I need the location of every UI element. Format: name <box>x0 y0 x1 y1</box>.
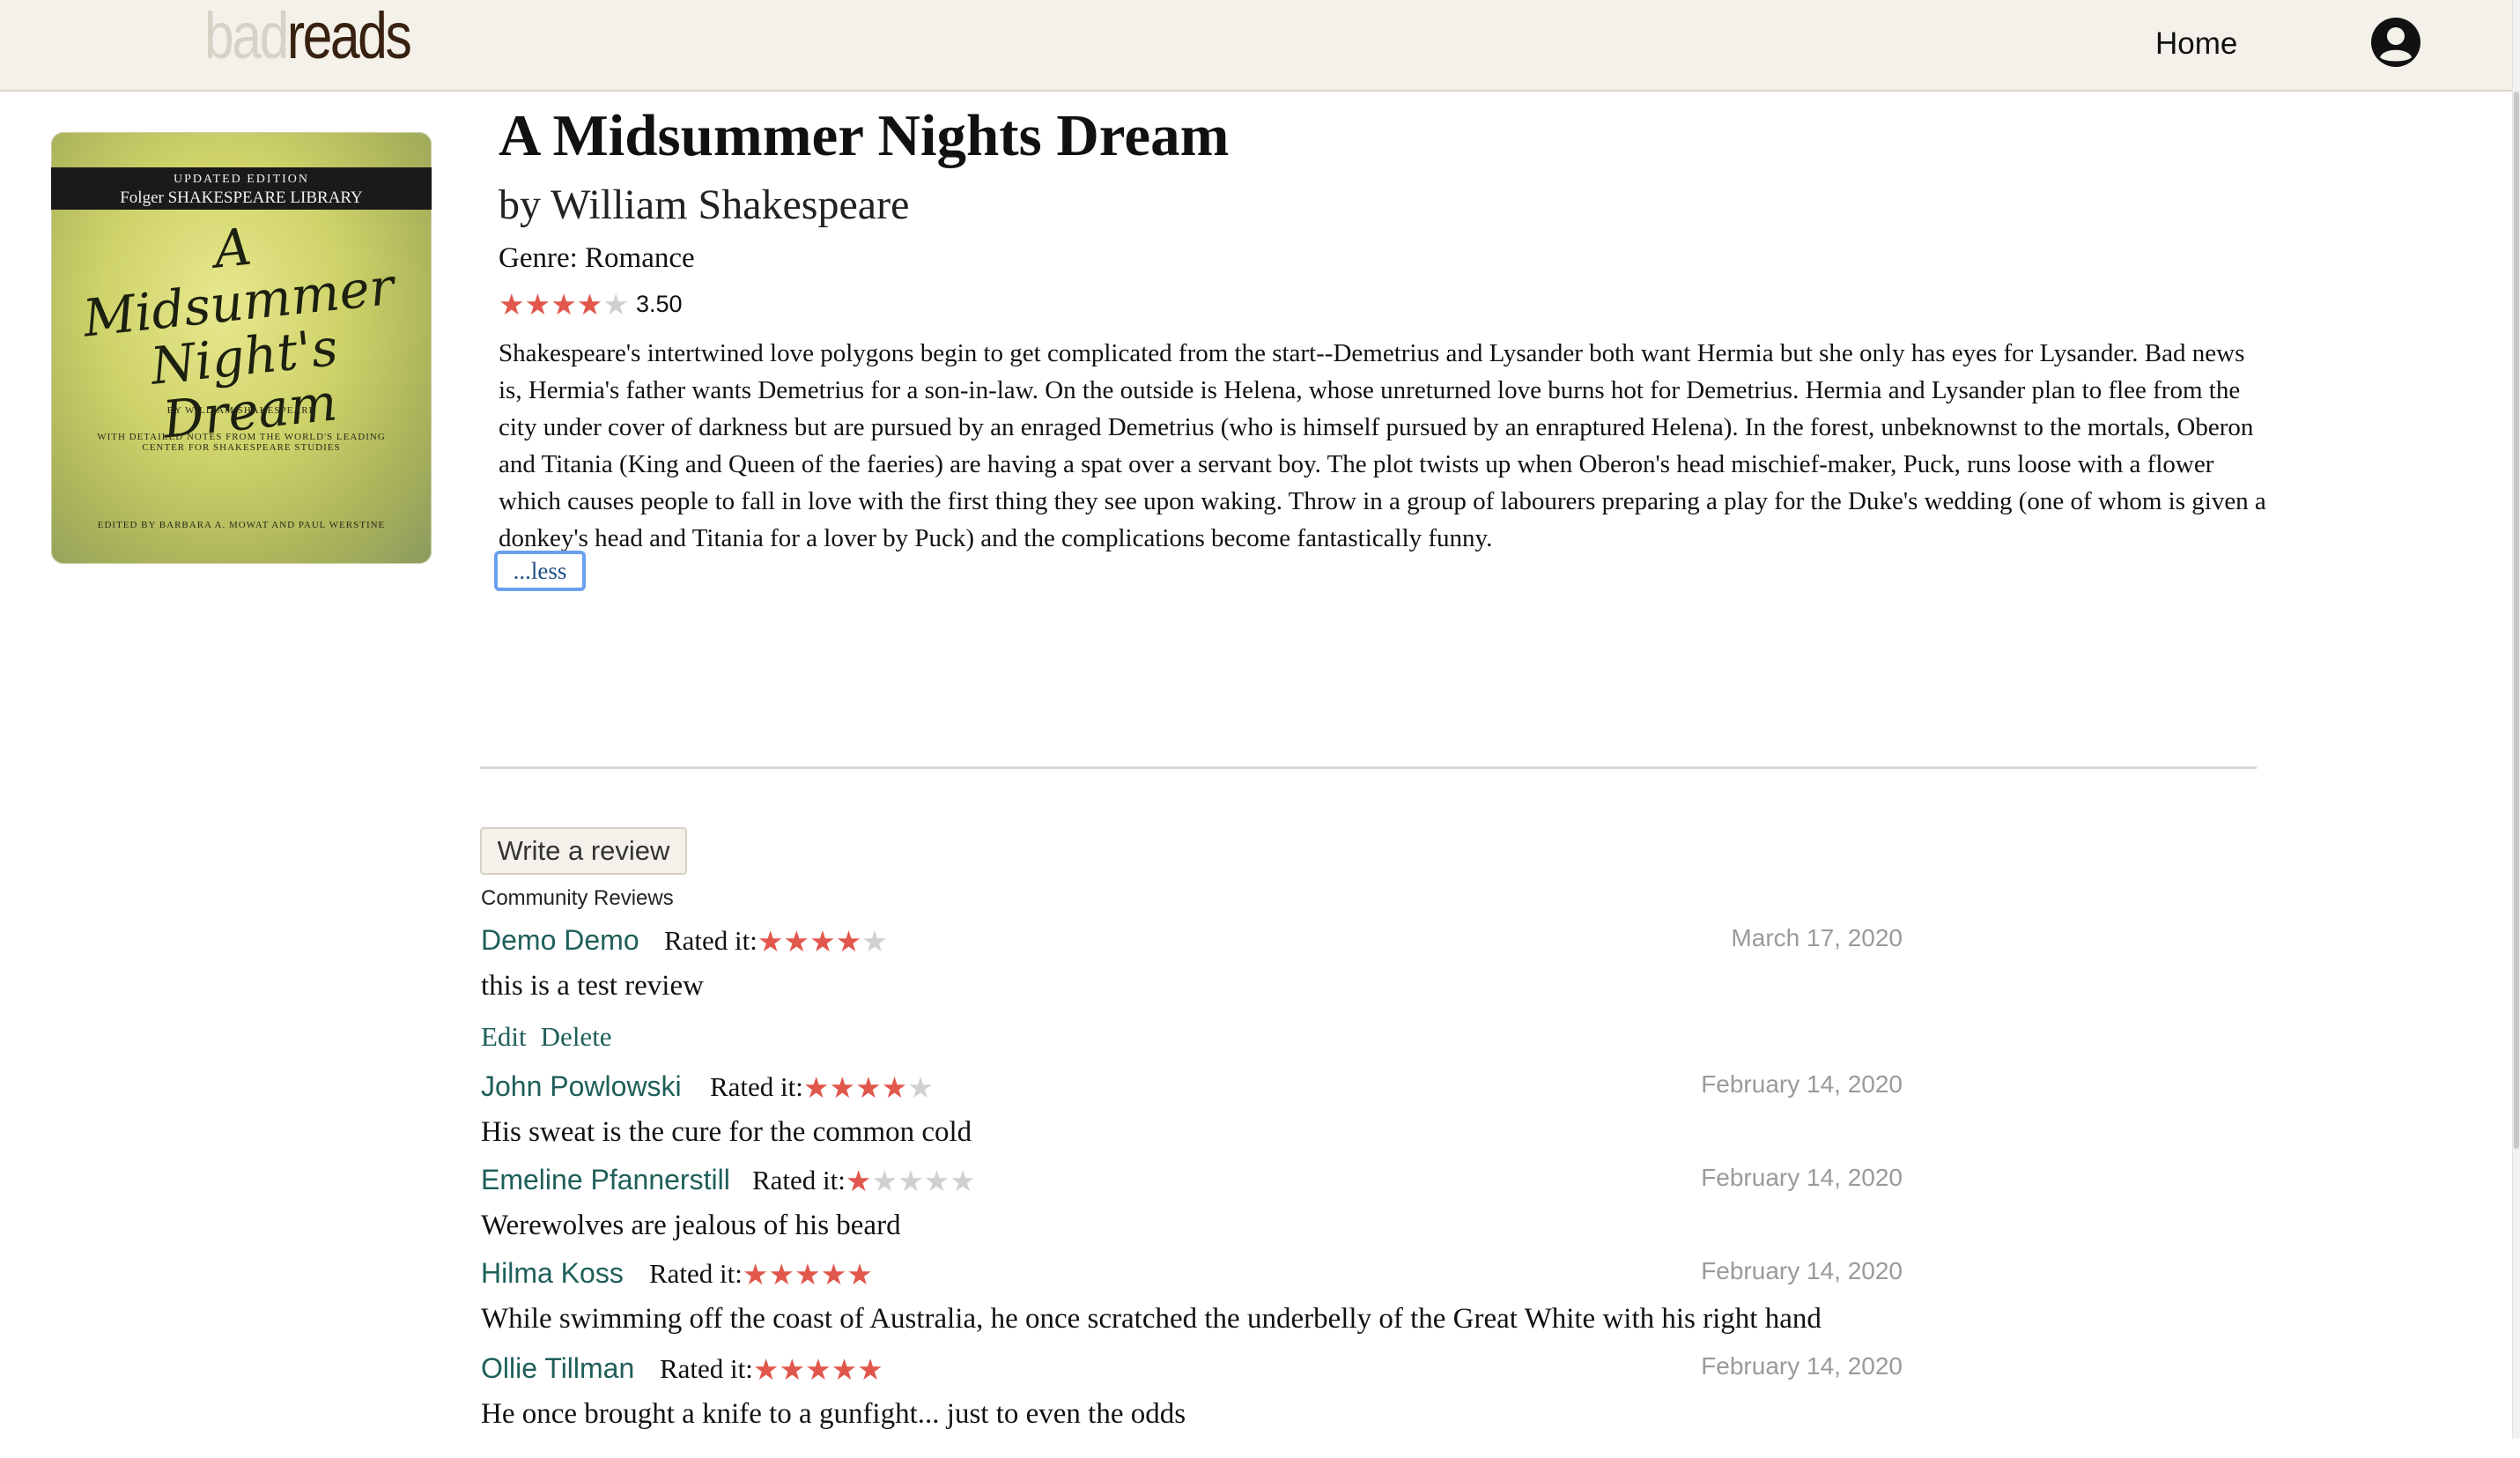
star-icon: ★ <box>861 923 888 958</box>
review-rating: Rated it: ★ ★ ★ ★ ★ <box>664 924 888 958</box>
average-rating: ★ ★ ★ ★ ★ 3.50 <box>499 288 683 320</box>
reviewer-name-link[interactable]: Emeline Pfannerstill <box>481 1164 730 1196</box>
scroll-thumb[interactable] <box>2514 92 2519 1149</box>
community-reviews-heading: Community Reviews <box>481 886 674 910</box>
star-icon: ★ <box>829 1069 856 1105</box>
review-rating: Rated it: ★ ★ ★ ★ ★ <box>710 1070 934 1104</box>
average-rating-stars: ★ ★ ★ ★ ★ <box>499 290 629 319</box>
page-scrollbar[interactable] <box>2512 0 2520 1439</box>
review-text: Werewolves are jealous of his beard <box>481 1210 901 1241</box>
cover-editors: EDITED BY BARBARA A. MOWAT AND PAUL WERS… <box>97 520 386 530</box>
star-icon: ★ <box>923 1163 950 1198</box>
rated-it-label: Rated it: <box>752 1165 846 1195</box>
rated-it-label: Rated it: <box>649 1258 743 1289</box>
delete-review-link[interactable]: Delete <box>541 1021 612 1053</box>
star-icon: ★ <box>881 1069 908 1105</box>
star-icon: ★ <box>907 1069 934 1105</box>
star-icon: ★ <box>831 1351 858 1387</box>
star-icon: ★ <box>524 286 551 322</box>
logo-bad-text: bad <box>204 0 289 72</box>
star-icon: ★ <box>855 1069 882 1105</box>
reviewer-name-link[interactable]: Ollie Tillman <box>481 1352 634 1385</box>
star-icon: ★ <box>802 1069 830 1105</box>
star-icon: ★ <box>757 923 784 958</box>
review-rating: Rated it: ★ ★ ★ ★ ★ <box>660 1352 883 1386</box>
reviewer-name-link[interactable]: John Powlowski <box>481 1070 682 1103</box>
star-icon: ★ <box>752 1351 780 1387</box>
review-date: February 14, 2020 <box>1701 1257 1903 1284</box>
rated-it-label: Rated it: <box>710 1071 803 1102</box>
review-item: John Powlowski Rated it: ★ ★ ★ ★ ★ February … <box>481 1070 1903 1176</box>
star-icon: ★ <box>809 923 836 958</box>
review-stars: ★ ★ ★ ★ ★ <box>757 927 888 956</box>
logo-reads-text: reads <box>286 0 412 72</box>
review-date: March 17, 2020 <box>1731 924 1903 951</box>
edit-review-link[interactable]: Edit <box>481 1021 527 1053</box>
star-icon: ★ <box>576 286 603 322</box>
review-text: His sweat is the cure for the common col… <box>481 1116 972 1148</box>
review-text: He once brought a knife to a gunfight...… <box>481 1398 1186 1430</box>
review-rating: Rated it: ★ ★ ★ ★ ★ <box>752 1164 976 1197</box>
star-icon: ★ <box>805 1351 831 1387</box>
top-nav: badreads Home <box>0 0 2512 92</box>
average-rating-value: 3.50 <box>635 290 683 317</box>
review-date: February 14, 2020 <box>1701 1070 1903 1098</box>
user-circle-icon[interactable] <box>2370 17 2421 68</box>
star-icon: ★ <box>845 1163 872 1198</box>
review-item: Emeline Pfannerstill Rated it: ★ ★ ★ ★ ★ Feb… <box>481 1164 1903 1269</box>
cover-byline: BY WILLIAM SHAKESPEARE <box>166 405 316 416</box>
rated-it-label: Rated it: <box>660 1353 753 1384</box>
star-icon: ★ <box>857 1351 883 1387</box>
reviewer-name-link[interactable]: Hilma Koss <box>481 1257 624 1290</box>
review-stars: ★ ★ ★ ★ ★ <box>753 1355 883 1384</box>
reviewer-name-link[interactable]: Demo Demo <box>481 924 639 957</box>
star-icon: ★ <box>768 1256 795 1291</box>
review-text: While swimming off the coast of Australi… <box>481 1303 1822 1335</box>
review-stars: ★ ★ ★ ★ ★ <box>803 1073 934 1102</box>
review-date: February 14, 2020 <box>1701 1352 1903 1380</box>
star-icon: ★ <box>950 1163 976 1198</box>
book-genre: Genre: Romance <box>499 242 695 274</box>
cover-title: A Midsummer Night's Dream <box>51 201 432 458</box>
review-rating: Rated it: ★ ★ ★ ★ ★ <box>649 1257 873 1291</box>
section-divider <box>480 766 2257 769</box>
review-item: Hilma Koss Rated it: ★ ★ ★ ★ ★ February 14, … <box>481 1257 1903 1363</box>
review-stars: ★ ★ ★ ★ ★ <box>846 1166 976 1195</box>
review-date: February 14, 2020 <box>1701 1164 1903 1191</box>
star-icon: ★ <box>551 286 577 322</box>
nav-home-link[interactable]: Home <box>2155 26 2237 62</box>
review-stars: ★ ★ ★ ★ ★ <box>743 1260 873 1289</box>
cover-edition: UPDATED EDITION <box>173 173 310 186</box>
book-description: Shakespeare's intertwined love polygons … <box>499 339 2266 552</box>
review-text: this is a test review <box>481 970 704 1002</box>
star-icon: ★ <box>835 923 862 958</box>
star-icon: ★ <box>794 1256 821 1291</box>
star-icon: ★ <box>779 1351 806 1387</box>
rated-it-label: Rated it: <box>664 925 757 956</box>
review-item: Ollie Tillman Rated it: ★ ★ ★ ★ ★ February 1… <box>481 1352 1903 1458</box>
star-icon: ★ <box>742 1256 769 1291</box>
star-icon: ★ <box>898 1163 924 1198</box>
review-item: Demo Demo Rated it: ★ ★ ★ ★ ★ March 17, 2020… <box>481 924 1903 1052</box>
star-icon: ★ <box>499 286 525 322</box>
book-cover-image: UPDATED EDITION Folger SHAKESPEARE LIBRA… <box>51 132 432 564</box>
cover-notes: WITH DETAILED NOTES FROM THE WORLD'S LEA… <box>97 432 386 453</box>
star-icon: ★ <box>602 286 629 322</box>
star-icon: ★ <box>846 1256 873 1291</box>
star-icon: ★ <box>820 1256 847 1291</box>
star-icon: ★ <box>871 1163 898 1198</box>
book-author: by William Shakespeare <box>499 181 910 228</box>
star-icon: ★ <box>783 923 810 958</box>
review-actions: Edit Delete <box>481 1021 612 1053</box>
write-review-button[interactable]: Write a review <box>480 827 687 875</box>
show-less-button[interactable]: ...less <box>494 551 586 591</box>
book-title: A Midsummer Nights Dream <box>499 103 1230 168</box>
site-logo[interactable]: badreads <box>204 4 412 69</box>
